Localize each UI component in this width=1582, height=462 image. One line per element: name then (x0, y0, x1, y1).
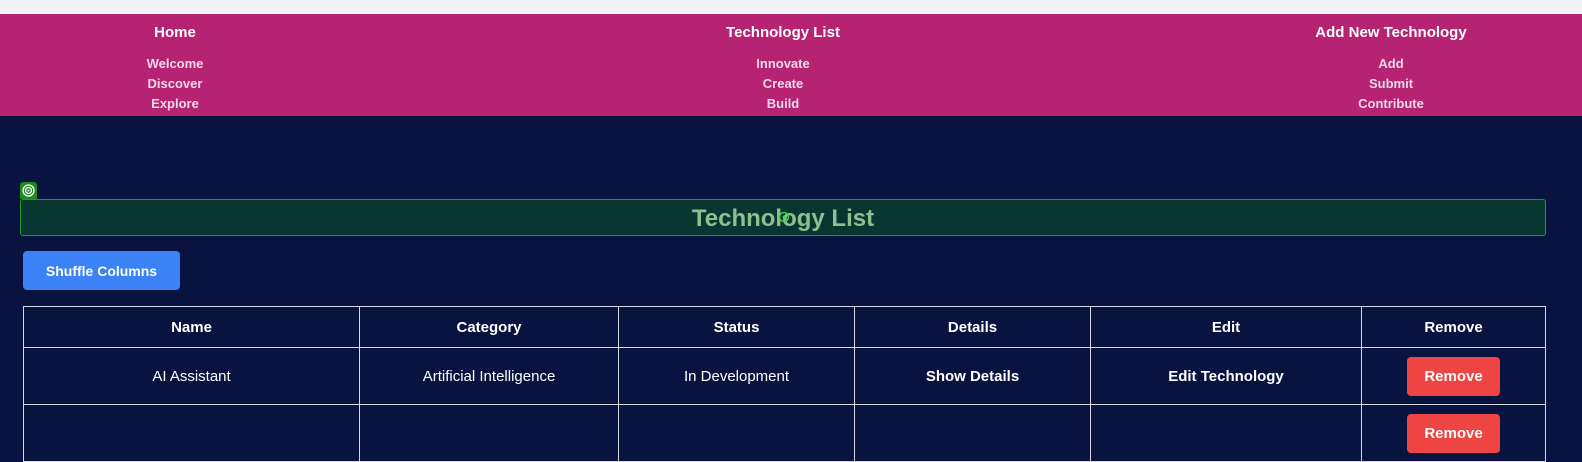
top-navigation: Home Welcome Discover Explore Technology… (0, 14, 1582, 116)
cell-category (359, 404, 619, 462)
cell-name: AI Assistant (23, 347, 360, 405)
column-header-details: Details (854, 306, 1091, 348)
cell-category: Artificial Intelligence (359, 347, 619, 405)
cursor-target-icon (778, 211, 790, 223)
technology-table: Name Category Status Details Edit Remove… (23, 306, 1546, 462)
nav-link-build[interactable]: Build (603, 96, 963, 111)
cell-remove: Remove (1361, 347, 1546, 405)
shuffle-columns-button[interactable]: Shuffle Columns (23, 251, 180, 290)
nav-technology-list-title[interactable]: Technology List (603, 24, 963, 41)
cell-remove: Remove (1361, 404, 1546, 462)
browser-top-strip (0, 0, 1582, 14)
nav-link-create[interactable]: Create (603, 76, 963, 91)
cell-name (23, 404, 360, 462)
page-title-highlight: Technology List (20, 199, 1546, 236)
cell-details: Show Details (854, 347, 1091, 405)
nav-link-innovate[interactable]: Innovate (603, 56, 963, 71)
remove-button[interactable]: Remove (1407, 413, 1500, 453)
column-header-name: Name (23, 306, 360, 348)
nav-link-welcome[interactable]: Welcome (0, 56, 355, 71)
column-header-edit: Edit (1090, 306, 1362, 348)
show-details-link[interactable]: Show Details (926, 368, 1019, 385)
table-row: Remove (23, 404, 1546, 462)
edit-technology-link[interactable]: Edit Technology (1168, 368, 1284, 385)
nav-link-explore[interactable]: Explore (0, 96, 355, 111)
cell-details (854, 404, 1091, 462)
column-header-remove: Remove (1361, 306, 1546, 348)
nav-link-submit[interactable]: Submit (1211, 76, 1571, 91)
column-header-category: Category (359, 306, 619, 348)
nav-link-discover[interactable]: Discover (0, 76, 355, 91)
cell-edit: Edit Technology (1090, 347, 1362, 405)
cell-edit (1090, 404, 1362, 462)
cell-status: In Development (618, 347, 855, 405)
table-header-row: Name Category Status Details Edit Remove (23, 306, 1546, 348)
nav-add-technology-title[interactable]: Add New Technology (1211, 24, 1571, 41)
remove-button[interactable]: Remove (1407, 356, 1500, 396)
table-row: AI Assistant Artificial Intelligence In … (23, 347, 1546, 405)
nav-link-contribute[interactable]: Contribute (1211, 96, 1571, 111)
nav-link-add[interactable]: Add (1211, 56, 1571, 71)
target-icon (20, 182, 37, 199)
nav-home-title[interactable]: Home (0, 24, 355, 41)
column-header-status: Status (618, 306, 855, 348)
cell-status (618, 404, 855, 462)
